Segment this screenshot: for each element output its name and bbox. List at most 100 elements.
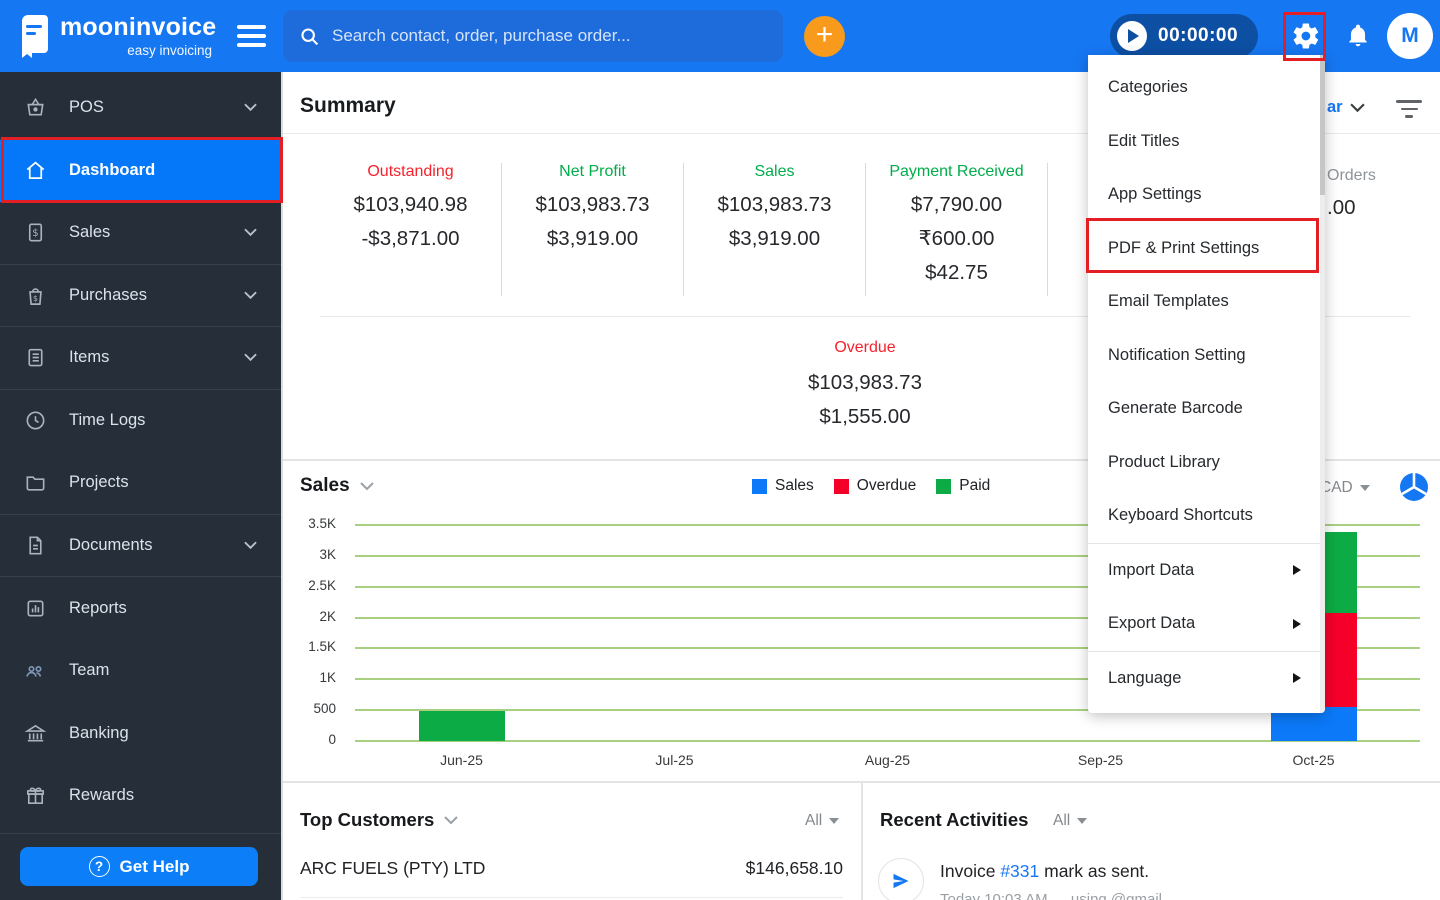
menu-item-label: Keyboard Shortcuts [1108,506,1253,525]
overdue-amount-2: $1,555.00 [819,405,911,428]
timer-widget[interactable]: 00:00:00 [1110,14,1258,58]
customer-row-divider [300,897,843,898]
customer-amount: $146,658.10 [745,858,843,878]
invoice-link[interactable]: #331 [1000,861,1039,881]
currency-selector[interactable]: CAD [1320,479,1370,497]
activity-text: Invoice #331 mark as sent. [940,861,1149,882]
sidebar: POS Dashboard $ Sales $ Purchases Items Time Lo… [0,72,281,900]
sidebar-item-label: Banking [69,723,129,742]
svg-text:$: $ [32,228,38,239]
play-icon[interactable] [1117,21,1147,51]
sidebar-footer: ? Get Help [0,833,281,900]
sidebar-item-team[interactable]: Team [0,640,281,703]
top-customers-title[interactable]: Top Customers [300,809,459,831]
menu-item-product-library[interactable]: Product Library [1088,436,1325,490]
sidebar-menu: POS Dashboard $ Sales $ Purchases Items Time Lo… [0,77,281,827]
sidebar-item-reports[interactable]: Reports [0,577,281,640]
sent-paper-plane-icon [878,858,924,900]
menu-item-import-data[interactable]: Import Data [1088,544,1325,598]
menu-item-keyboard-shortcuts[interactable]: Keyboard Shortcuts [1088,489,1325,543]
global-search [283,10,783,62]
menu-item-label: Export Data [1108,614,1196,633]
home-icon [22,157,48,183]
x-tick-label: Jul-25 [655,752,694,768]
top-customers-label: Top Customers [300,809,435,830]
menu-item-app-settings[interactable]: App Settings [1088,168,1325,222]
stat-value-orders-partial: .00 [1327,196,1356,219]
sidebar-item-purchases[interactable]: $ Purchases [0,265,281,327]
menu-item-generate-barcode[interactable]: Generate Barcode [1088,382,1325,436]
recent-activities-filter[interactable]: All [1053,812,1088,830]
basket-icon [22,95,48,121]
stat-value: $103,983.73 [535,193,650,216]
submenu-arrow-icon [1293,618,1301,629]
search-input[interactable] [332,26,767,46]
brand-name: mooninvoice [60,13,217,41]
gift-icon [22,783,48,809]
app-window: mooninvoice easy invoicing + 00:00:00 M … [0,0,1440,900]
menu-item-pdf-print-settings[interactable]: PDF & Print Settings [1088,222,1325,276]
summary-stats: Outstanding $103,940.98 -$3,871.00 Net Prof… [320,163,1048,296]
add-new-button[interactable]: + [804,16,845,57]
sidebar-item-label: Rewards [69,786,135,805]
mooninvoice-logo-icon[interactable] [12,13,54,59]
menu-item-notification-setting[interactable]: Notification Setting [1088,329,1325,383]
sidebar-item-items[interactable]: Items [0,327,281,390]
sales-panel-title[interactable]: Sales [300,475,374,497]
y-tick-label: 2.5K [308,577,336,593]
period-selector[interactable]: ar [1327,98,1365,117]
submenu-arrow-icon [1293,673,1301,684]
sidebar-item-rewards[interactable]: Rewards [0,765,281,828]
sidebar-item-projects[interactable]: Projects [0,452,281,515]
legend-swatch [936,478,952,494]
pie-chart-toggle-icon[interactable] [1399,472,1429,507]
stat-outstanding: Outstanding $103,940.98 -$3,871.00 [320,163,502,296]
get-help-button[interactable]: ? Get Help [20,847,258,886]
legend-label: Paid [959,477,991,494]
menu-item-language[interactable]: Language [1088,652,1325,706]
menu-item-label: Categories [1108,78,1188,97]
legend-item-overdue[interactable]: Overdue [833,477,916,495]
stat-payment-received: Payment Received $7,790.00 ₹600.00 $42.75 [866,163,1048,296]
menu-scrollbar[interactable] [1320,55,1325,713]
y-tick-label: 3.5K [308,516,336,531]
chevron-down-icon [1349,102,1365,112]
recent-activities-label: Recent Activities [880,809,1029,830]
menu-item-email-templates[interactable]: Email Templates [1088,275,1325,329]
caret-down-icon [829,818,840,824]
hamburger-menu-icon[interactable] [237,25,266,47]
filter-icon[interactable] [1396,100,1422,119]
notifications-bell-icon[interactable] [1345,22,1371,54]
sidebar-item-dashboard[interactable]: Dashboard [0,139,281,202]
sidebar-item-time-logs[interactable]: Time Logs [0,390,281,453]
svg-text:$: $ [32,293,37,303]
menu-item-export-data[interactable]: Export Data [1088,597,1325,651]
customer-name[interactable]: ARC FUELS (PTY) LTD [300,858,485,879]
sidebar-item-sales[interactable]: $ Sales [0,202,281,265]
sidebar-item-label: Time Logs [69,411,146,430]
menu-item-edit-titles[interactable]: Edit Titles [1088,115,1325,169]
settings-gear-icon[interactable] [1291,21,1321,56]
settings-dropdown-menu: Categories Edit Titles App Settings PDF & P… [1088,55,1325,713]
get-help-label: Get Help [119,856,190,876]
legend-item-paid[interactable]: Paid [936,477,990,495]
recent-activities-title: Recent Activities [880,809,1028,831]
bar-segment-paid-jun-25[interactable] [418,711,505,741]
menu-item-categories[interactable]: Categories [1088,61,1325,115]
folder-icon [22,470,48,496]
sidebar-item-banking[interactable]: Banking [0,702,281,765]
sidebar-item-pos[interactable]: POS [0,77,281,140]
brand-tagline: easy invoicing [127,43,212,58]
stat-value: $103,940.98 [353,193,468,216]
y-tick-label: 1K [319,670,336,686]
top-customers-filter[interactable]: All [805,812,840,830]
legend-item-sales[interactable]: Sales [752,477,814,495]
team-icon [22,658,48,684]
sidebar-item-documents[interactable]: Documents [0,515,281,577]
brand-block: mooninvoice easy invoicing [60,13,217,58]
stat-label: Outstanding [367,163,454,180]
sidebar-item-label: Projects [69,473,129,492]
x-tick-label: Aug-25 [864,752,911,768]
user-avatar[interactable]: M [1387,13,1433,59]
stat-value: ₹600.00 [918,227,995,250]
